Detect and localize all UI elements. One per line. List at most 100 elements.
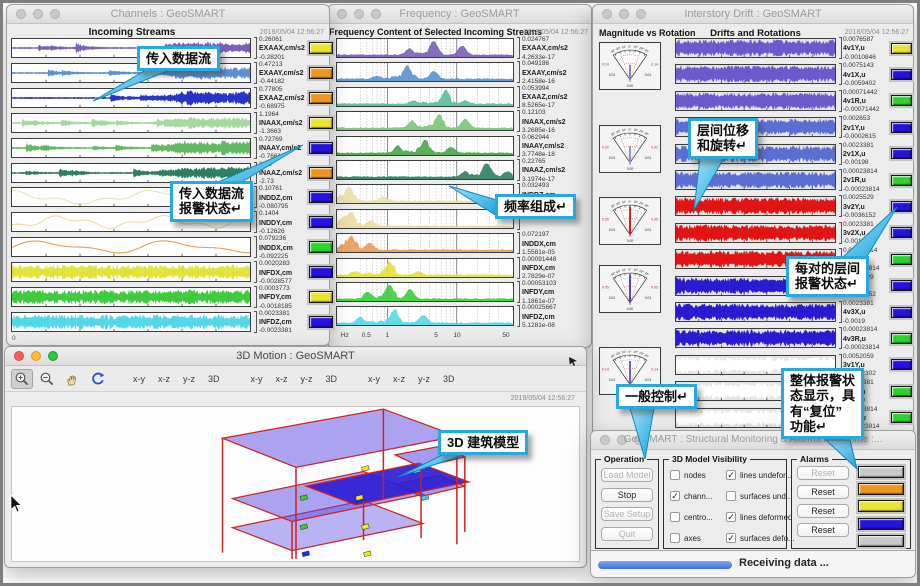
unchecked-checkbox[interactable] bbox=[670, 533, 680, 543]
trace-label: 0.079236INDDX,cm-0.092225 bbox=[259, 235, 307, 261]
visibility-checkbox-chann[interactable]: ✓chann... bbox=[670, 491, 712, 501]
view-button-x-z[interactable]: x-z bbox=[272, 372, 292, 386]
trace-max-value: 0.053994 bbox=[522, 85, 584, 93]
trace-max-value: 0.0023381 bbox=[259, 310, 307, 318]
trace-name: EXAAX,cm/s2 bbox=[259, 44, 307, 53]
trace-label: 0.72769INAAY,cm/s2-0.7661 bbox=[259, 136, 307, 162]
visibility-group: 3D Model Visibility nodes✓chann...centro… bbox=[663, 459, 787, 549]
svg-text:10°: 10° bbox=[633, 128, 639, 133]
timestamp: 2018/05/04 12:56:27 bbox=[511, 395, 575, 402]
svg-text:10°: 10° bbox=[622, 44, 628, 49]
svg-text:0.05: 0.05 bbox=[651, 285, 658, 289]
alarm-status-indicator bbox=[858, 535, 904, 547]
channel-plot bbox=[11, 113, 251, 133]
drag-handle-icon[interactable]: ··· bbox=[453, 18, 464, 27]
svg-text:0.00: 0.00 bbox=[627, 167, 634, 171]
view-button-x-y[interactable]: x-y bbox=[247, 372, 267, 386]
stop-button[interactable]: Stop bbox=[601, 488, 653, 502]
view-button-y-z[interactable]: y-z bbox=[297, 372, 317, 386]
view-button-3d[interactable]: 3D bbox=[439, 372, 459, 386]
trace-max-value: 0.26061 bbox=[259, 36, 307, 44]
view-button-x-y[interactable]: x-y bbox=[129, 372, 149, 386]
callout-line: 3D 建筑模型 bbox=[447, 435, 519, 450]
drag-handle-icon[interactable]: ··· bbox=[157, 19, 168, 28]
view-button-x-z[interactable]: x-z bbox=[154, 372, 174, 386]
window-title: 3D Motion : GeoSMART bbox=[5, 350, 586, 362]
drift-plot bbox=[675, 328, 836, 348]
svg-text:0.05: 0.05 bbox=[602, 217, 609, 221]
view-button-3d[interactable]: 3D bbox=[204, 372, 224, 386]
visibility-checkbox-axes[interactable]: axes bbox=[670, 533, 701, 543]
view-button-y-z[interactable]: y-z bbox=[179, 372, 199, 386]
view-button-3d[interactable]: 3D bbox=[322, 372, 342, 386]
checked-checkbox[interactable]: ✓ bbox=[726, 512, 736, 522]
alarms-legend: Alarms bbox=[797, 454, 832, 464]
trace-max-value: 0.0076587 bbox=[843, 36, 887, 44]
rotate-button[interactable] bbox=[86, 369, 108, 389]
trace-name: 4v3X,u bbox=[843, 308, 887, 317]
trace-name: INDDX,cm bbox=[522, 240, 584, 249]
checkbox-label: surfaces defo... bbox=[740, 534, 795, 543]
callout-line: 态显示，具 bbox=[790, 388, 855, 403]
visibility-checkbox-surfacesdefo[interactable]: ✓ surfaces defo... bbox=[726, 533, 795, 543]
view-button-y-z[interactable]: y-z bbox=[414, 372, 434, 386]
trace-max-value: 0.0023381 bbox=[843, 142, 887, 150]
callout-line: 报警状态↵ bbox=[179, 201, 244, 216]
checked-checkbox[interactable]: ✓ bbox=[670, 491, 680, 501]
reset-button: Reset bbox=[797, 466, 849, 480]
unchecked-checkbox[interactable] bbox=[726, 491, 736, 501]
trace-label: 0.000238144v3R,u-0.00023814 bbox=[843, 326, 887, 352]
alarm-indicator bbox=[891, 175, 912, 186]
trace-label: 0.00233814v3X,u-0.0019 bbox=[843, 300, 887, 326]
checked-checkbox[interactable]: ✓ bbox=[726, 470, 736, 480]
motion-toolbar: x-y x-z y-z 3D x-y x-z y-z 3D x-y x-z y-z 3D bbox=[5, 366, 586, 392]
unchecked-checkbox[interactable] bbox=[670, 512, 680, 522]
alarm-indicator bbox=[309, 142, 333, 154]
visibility-checkbox-surfacesund[interactable]: surfaces und... bbox=[726, 491, 792, 501]
reset-button[interactable]: Reset bbox=[797, 485, 849, 499]
pan-button[interactable] bbox=[61, 369, 83, 389]
svg-text:10°: 10° bbox=[622, 349, 628, 354]
alarm-indicator bbox=[891, 201, 912, 212]
range-bracket bbox=[254, 311, 257, 333]
alarm-status-indicator bbox=[858, 483, 904, 495]
unchecked-checkbox[interactable] bbox=[670, 470, 680, 480]
trace-max-value: 0.00023814 bbox=[843, 326, 887, 334]
range-bracket bbox=[839, 169, 842, 191]
trace-label: 0.049186EXAAY,cm/s22.4158e-16 bbox=[522, 60, 584, 86]
axis-tick: 50 bbox=[502, 332, 509, 339]
alarm-indicator bbox=[891, 122, 912, 133]
checked-checkbox[interactable]: ✓ bbox=[726, 533, 736, 543]
reset-button[interactable]: Reset bbox=[797, 504, 849, 518]
range-bracket bbox=[517, 61, 520, 83]
view-button-x-z[interactable]: x-z bbox=[389, 372, 409, 386]
drift-gauge: 30°20°10°0°10°20°30°0.050.050.010.010.00 bbox=[599, 265, 661, 313]
visibility-checkbox-nodes[interactable]: nodes bbox=[670, 470, 706, 480]
svg-text:0.05: 0.05 bbox=[651, 217, 658, 221]
svg-text:20°: 20° bbox=[616, 351, 622, 357]
visibility-checkbox-linesdeformed[interactable]: ✓lines deformed bbox=[726, 512, 792, 522]
trace-min-value: -0.00071442 bbox=[843, 106, 887, 114]
view-button-x-y[interactable]: x-y bbox=[364, 372, 384, 386]
reset-button[interactable]: Reset bbox=[797, 523, 849, 537]
svg-text:0.14: 0.14 bbox=[602, 62, 609, 66]
svg-text:0.14: 0.14 bbox=[651, 62, 658, 66]
trace-max-value: 0.72769 bbox=[259, 136, 307, 144]
alarm-indicator bbox=[891, 359, 912, 370]
visibility-checkbox-linesundefor[interactable]: ✓lines undefor... bbox=[726, 470, 792, 480]
drift-plot bbox=[675, 302, 836, 322]
svg-text:10°: 10° bbox=[622, 267, 628, 272]
svg-text:30°: 30° bbox=[644, 353, 651, 359]
trace-name: INDDZ,cm bbox=[259, 194, 307, 203]
zoom-in-button[interactable] bbox=[11, 369, 33, 389]
zoom-out-button[interactable] bbox=[36, 369, 58, 389]
spectrum-plot bbox=[336, 160, 514, 180]
visibility-checkbox-centro[interactable]: centro... bbox=[670, 512, 713, 522]
trace-name: INDDY,cm bbox=[259, 219, 307, 228]
trace-label: 0.00751434v1X,u-0.0059402 bbox=[843, 62, 887, 88]
trace-label: 0.072197INDDX,cm1.5581e-05 bbox=[522, 231, 584, 257]
drift-plot bbox=[675, 196, 836, 216]
range-bracket bbox=[254, 186, 257, 208]
callout-line: 频率组成↵ bbox=[504, 199, 567, 214]
window-title: Interstory Drift : GeoSMART bbox=[593, 8, 913, 20]
